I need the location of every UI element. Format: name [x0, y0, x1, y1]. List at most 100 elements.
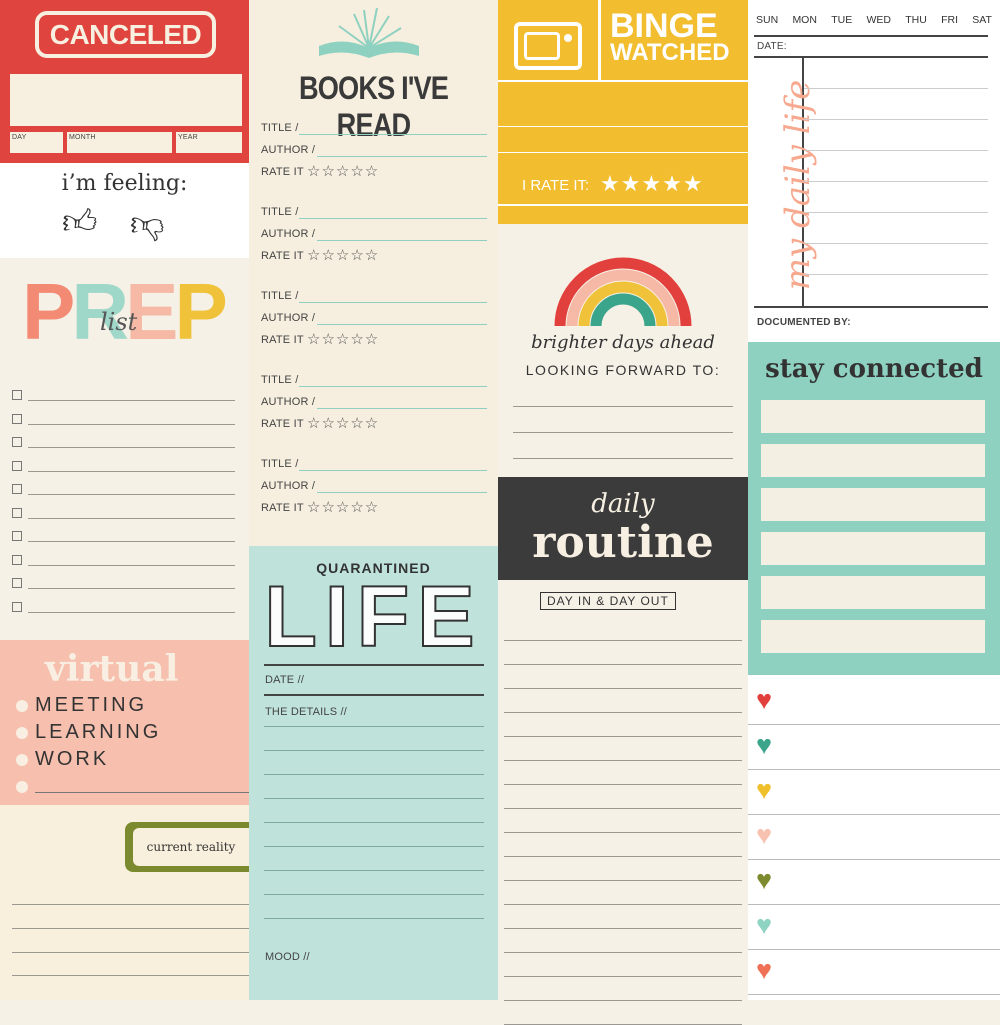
- mood-label: MOOD //: [265, 951, 310, 963]
- title-line[interactable]: [299, 386, 487, 387]
- routine-line[interactable]: [504, 880, 742, 881]
- heart-line[interactable]: [748, 724, 1000, 725]
- prep-item-line[interactable]: [28, 470, 235, 472]
- details-line[interactable]: [264, 726, 484, 727]
- author-line[interactable]: [317, 156, 487, 157]
- rating-stars[interactable]: ☆☆☆☆☆: [307, 162, 379, 180]
- details-line[interactable]: [264, 846, 484, 847]
- title-line[interactable]: [299, 470, 487, 471]
- routine-line[interactable]: [504, 856, 742, 857]
- checkbox[interactable]: [12, 413, 22, 424]
- heart-line[interactable]: [748, 859, 1000, 860]
- month-field[interactable]: MONTH: [67, 132, 172, 153]
- contact-box[interactable]: [761, 444, 985, 477]
- day-fri[interactable]: FRI: [941, 14, 958, 26]
- checkbox[interactable]: [12, 484, 22, 494]
- title-line[interactable]: [299, 302, 487, 303]
- heart-line[interactable]: [748, 814, 1000, 815]
- day-sun[interactable]: SUN: [756, 14, 778, 26]
- write-line[interactable]: [12, 975, 249, 976]
- checkbox[interactable]: [12, 460, 22, 471]
- day-field[interactable]: DAY: [10, 132, 63, 153]
- routine-line[interactable]: [504, 640, 742, 641]
- daily-line[interactable]: [804, 274, 988, 275]
- day-tue[interactable]: TUE: [831, 14, 852, 26]
- prep-item-line[interactable]: [28, 423, 235, 425]
- day-sat[interactable]: SAT: [972, 14, 992, 26]
- routine-line[interactable]: [504, 736, 742, 737]
- day-thu[interactable]: THU: [905, 14, 927, 26]
- checkbox[interactable]: [12, 507, 22, 518]
- prep-item-line[interactable]: [28, 541, 235, 542]
- write-line[interactable]: [12, 952, 249, 953]
- contact-box[interactable]: [761, 488, 985, 521]
- routine-line[interactable]: [504, 712, 742, 713]
- details-line[interactable]: [264, 894, 484, 895]
- write-line[interactable]: [12, 904, 249, 905]
- prep-item-line[interactable]: [28, 400, 235, 401]
- thumbs-down-icon[interactable]: 👎︎: [130, 207, 165, 241]
- year-field[interactable]: YEAR: [176, 132, 242, 153]
- daily-line[interactable]: [804, 150, 988, 151]
- routine-line[interactable]: [504, 904, 742, 905]
- routine-line[interactable]: [504, 688, 742, 689]
- current-reality-card: current reality: [0, 805, 249, 1000]
- write-line[interactable]: [12, 928, 249, 929]
- details-line[interactable]: [264, 798, 484, 799]
- rating-stars[interactable]: ☆☆☆☆☆: [307, 246, 379, 264]
- heart-line[interactable]: [748, 769, 1000, 770]
- checkbox[interactable]: [12, 554, 22, 565]
- thumbs-up-icon[interactable]: 👍︎: [62, 205, 98, 239]
- daily-line[interactable]: [804, 88, 988, 89]
- author-line[interactable]: [317, 408, 487, 409]
- prep-item-line[interactable]: [28, 517, 235, 519]
- routine-line[interactable]: [504, 928, 742, 929]
- details-line[interactable]: [264, 870, 484, 871]
- prep-item-line[interactable]: [28, 564, 235, 566]
- details-line[interactable]: [264, 774, 484, 775]
- heart-line[interactable]: [748, 994, 1000, 995]
- prep-item-line[interactable]: [28, 611, 235, 613]
- daily-line[interactable]: [804, 181, 988, 182]
- daily-line[interactable]: [804, 212, 988, 213]
- daily-line[interactable]: [804, 119, 988, 120]
- rating-stars[interactable]: ★★★★★: [600, 171, 704, 197]
- day-wed[interactable]: WED: [866, 14, 891, 26]
- title-line[interactable]: [299, 134, 487, 135]
- checkbox[interactable]: [12, 437, 22, 447]
- author-line[interactable]: [317, 324, 487, 325]
- author-line[interactable]: [317, 240, 487, 241]
- routine-line[interactable]: [504, 1000, 742, 1001]
- routine-line[interactable]: [504, 832, 742, 833]
- checkbox[interactable]: [12, 578, 22, 588]
- routine-line[interactable]: [504, 808, 742, 809]
- contact-box[interactable]: [761, 532, 985, 565]
- details-line[interactable]: [264, 918, 484, 919]
- routine-line[interactable]: [504, 976, 742, 977]
- rating-stars[interactable]: ☆☆☆☆☆: [307, 330, 379, 348]
- day-mon[interactable]: MON: [792, 14, 817, 26]
- details-line[interactable]: [264, 750, 484, 751]
- routine-line[interactable]: [504, 952, 742, 953]
- prep-item-line[interactable]: [28, 494, 235, 495]
- author-line[interactable]: [317, 492, 487, 493]
- rating-stars[interactable]: ☆☆☆☆☆: [307, 414, 379, 432]
- contact-box[interactable]: [761, 400, 985, 433]
- details-line[interactable]: [264, 822, 484, 823]
- prep-item-line[interactable]: [28, 447, 235, 448]
- heart-line[interactable]: [748, 949, 1000, 950]
- routine-line[interactable]: [504, 784, 742, 785]
- prep-item-line[interactable]: [28, 588, 235, 589]
- routine-line[interactable]: [504, 760, 742, 761]
- contact-box[interactable]: [761, 620, 985, 653]
- canceled-field[interactable]: [10, 74, 242, 126]
- rating-stars[interactable]: ☆☆☆☆☆: [307, 498, 379, 516]
- heart-line[interactable]: [748, 904, 1000, 905]
- daily-line[interactable]: [804, 243, 988, 244]
- title-line[interactable]: [299, 218, 487, 219]
- routine-line[interactable]: [504, 664, 742, 665]
- contact-box[interactable]: [761, 576, 985, 609]
- checkbox[interactable]: [12, 531, 22, 541]
- checkbox[interactable]: [12, 601, 22, 612]
- checkbox[interactable]: [12, 390, 22, 400]
